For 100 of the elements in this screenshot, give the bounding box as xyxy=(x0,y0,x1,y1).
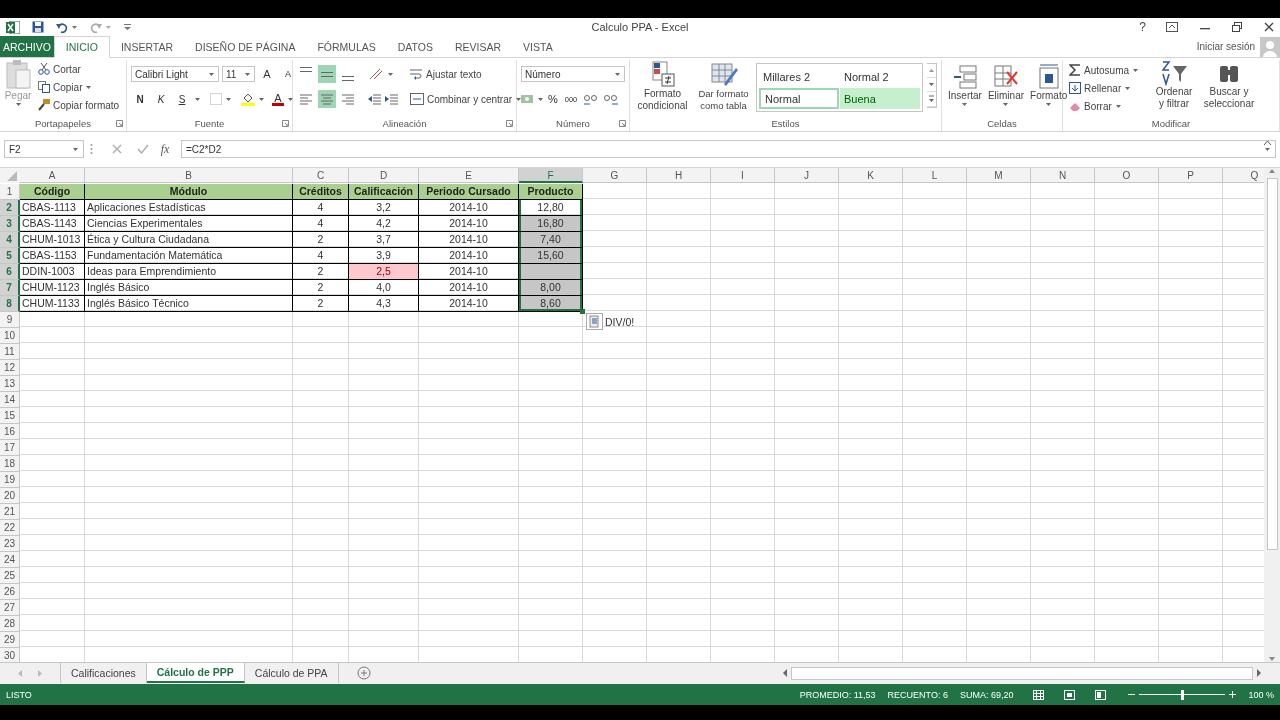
excel-logo-icon[interactable] xyxy=(6,20,20,34)
clear-button[interactable]: Borrar xyxy=(1067,97,1142,115)
column-header[interactable]: N xyxy=(1031,168,1095,183)
scrollbar-thumb[interactable] xyxy=(1266,178,1278,550)
customize-icon[interactable] xyxy=(124,23,131,31)
restore-icon[interactable] xyxy=(1232,22,1242,32)
grow-font-button[interactable]: A xyxy=(258,65,276,83)
row-header[interactable]: 23 xyxy=(0,536,20,552)
row-header[interactable]: 15 xyxy=(0,408,20,424)
row-header[interactable]: 17 xyxy=(0,440,20,456)
row-header[interactable]: 5 xyxy=(0,248,20,264)
sign-in-link[interactable]: Iniciar sesión xyxy=(1196,41,1255,52)
gallery-more-icon[interactable] xyxy=(927,92,936,107)
underline-button[interactable]: S xyxy=(173,90,191,108)
row-header[interactable]: 14 xyxy=(0,392,20,408)
delete-button[interactable]: Eliminar xyxy=(985,64,1027,107)
increase-indent-icon[interactable] xyxy=(385,93,399,105)
row-header[interactable]: 13 xyxy=(0,376,20,392)
format-as-table-button[interactable]: Dar formato como tabla xyxy=(695,60,752,112)
page-layout-icon[interactable] xyxy=(1064,689,1076,700)
bold-button[interactable]: N xyxy=(131,90,149,108)
column-header[interactable]: D xyxy=(349,168,419,183)
zoom-slider-thumb[interactable] xyxy=(1180,689,1184,700)
fill-button[interactable]: Rellenar xyxy=(1067,79,1142,97)
paste-options-icon[interactable] xyxy=(586,313,603,330)
redo-icon[interactable] xyxy=(90,21,112,33)
dialog-launcher-icon[interactable] xyxy=(116,120,123,127)
number-format-dropdown[interactable]: Número xyxy=(521,66,625,82)
column-header[interactable]: P xyxy=(1159,168,1223,183)
row-header[interactable]: 21 xyxy=(0,504,20,520)
row-header[interactable]: 4 xyxy=(0,232,20,248)
name-box[interactable]: F2 xyxy=(4,140,84,158)
sort-filter-button[interactable]: Ordenar y filtrar xyxy=(1151,60,1198,110)
sheet-tab[interactable]: Calificaciones xyxy=(60,663,147,683)
ribbon-tab[interactable]: ARCHIVO xyxy=(0,36,54,57)
column-header[interactable]: M xyxy=(967,168,1031,183)
row-header[interactable]: 1 xyxy=(0,184,20,200)
insert-button[interactable]: Insertar xyxy=(946,64,984,107)
zoom-slider[interactable] xyxy=(1139,689,1226,700)
row-header[interactable]: 29 xyxy=(0,632,20,648)
ribbon-tab[interactable]: FÓRMULAS xyxy=(306,36,387,57)
row-header[interactable]: 16 xyxy=(0,424,20,440)
ribbon-tab[interactable]: DATOS xyxy=(386,36,444,57)
column-header[interactable]: Q xyxy=(1223,168,1264,183)
scrollbar-thumb[interactable] xyxy=(791,666,1253,680)
close-icon[interactable] xyxy=(1264,22,1274,32)
copy-button[interactable]: Copiar xyxy=(36,78,122,96)
increase-decimal-icon[interactable] xyxy=(582,93,600,105)
column-header[interactable]: A xyxy=(20,168,85,183)
shrink-font-button[interactable]: A xyxy=(279,65,297,83)
collapse-ribbon-icon[interactable] xyxy=(1263,140,1272,146)
row-header[interactable]: 24 xyxy=(0,552,20,568)
dialog-launcher-icon[interactable] xyxy=(282,120,289,127)
column-header[interactable]: G xyxy=(583,168,647,183)
row-header[interactable]: 22 xyxy=(0,520,20,536)
cell-style-item[interactable]: Normal xyxy=(759,88,839,109)
vertical-scrollbar[interactable] xyxy=(1264,168,1280,662)
row-header[interactable]: 6 xyxy=(0,264,20,280)
middle-align-button[interactable] xyxy=(318,65,336,83)
row-header[interactable]: 18 xyxy=(0,456,20,472)
column-header[interactable]: H xyxy=(647,168,711,183)
row-header[interactable]: 8 xyxy=(0,296,20,312)
cancel-icon[interactable] xyxy=(111,143,123,155)
font-size-dropdown[interactable]: 11 xyxy=(222,66,255,82)
font-color-button[interactable]: A xyxy=(272,92,284,106)
new-sheet-icon[interactable] xyxy=(356,666,371,680)
fill-color-icon[interactable] xyxy=(241,92,255,106)
help-button[interactable]: ? xyxy=(1139,20,1146,34)
ribbon-tab[interactable]: INSERTAR xyxy=(109,36,185,57)
ribbon-display-icon[interactable] xyxy=(1166,22,1178,32)
format-button[interactable]: Formato xyxy=(1028,64,1070,107)
column-header[interactable]: J xyxy=(775,168,839,183)
row-header[interactable]: 28 xyxy=(0,616,20,632)
insert-function-button[interactable]: fx xyxy=(155,141,175,157)
cell-style-item[interactable]: Buena xyxy=(840,88,920,109)
dialog-launcher-icon[interactable] xyxy=(619,120,626,127)
orientation-icon[interactable] xyxy=(368,68,384,80)
font-name-dropdown[interactable]: Calibri Light xyxy=(131,66,219,82)
row-header[interactable]: 2 xyxy=(0,200,20,216)
column-header[interactable]: I xyxy=(711,168,775,183)
format-painter-button[interactable]: Copiar formato xyxy=(36,96,122,114)
row-header[interactable]: 9 xyxy=(0,312,20,328)
merge-center-button[interactable]: Combinar y centrar xyxy=(408,90,525,108)
column-header[interactable]: C xyxy=(293,168,349,183)
row-header[interactable]: 30 xyxy=(0,648,20,662)
column-header[interactable]: K xyxy=(839,168,903,183)
ribbon-tab[interactable]: REVISAR xyxy=(443,36,513,57)
decrease-decimal-icon[interactable] xyxy=(602,93,620,105)
italic-button[interactable]: K xyxy=(152,90,170,108)
column-header[interactable]: B xyxy=(85,168,293,183)
row-header[interactable]: 7 xyxy=(0,280,20,296)
row-header[interactable]: 25 xyxy=(0,568,20,584)
column-header[interactable]: O xyxy=(1095,168,1159,183)
normal-view-icon[interactable] xyxy=(1033,689,1045,700)
enter-icon[interactable] xyxy=(137,143,149,155)
row-header[interactable]: 27 xyxy=(0,600,20,616)
ribbon-tab[interactable]: VISTA xyxy=(512,36,564,57)
percent-button[interactable]: % xyxy=(546,90,560,108)
dialog-launcher-icon[interactable] xyxy=(506,120,513,127)
undo-icon[interactable] xyxy=(56,21,78,33)
